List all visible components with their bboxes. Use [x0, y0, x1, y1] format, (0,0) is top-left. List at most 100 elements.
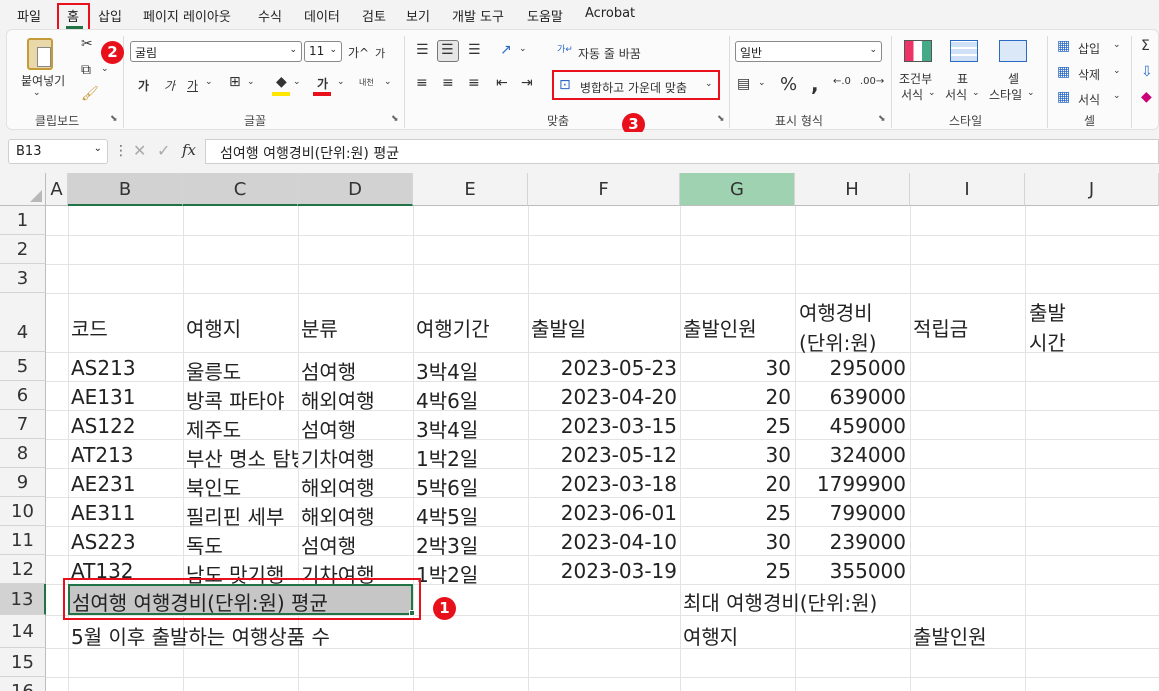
font-name-dropdown[interactable]: 굴림 ⌄ [130, 41, 302, 62]
menu-acrobat[interactable]: Acrobat [585, 6, 635, 21]
cell-h7[interactable]: 459000 [798, 414, 906, 438]
menu-help[interactable]: 도움말 [527, 6, 563, 25]
more-options-icon[interactable]: ⋮ [114, 143, 128, 159]
cell-c6[interactable]: 방콕 파타야 [186, 385, 298, 414]
chevron-down-icon[interactable]: ⌄ [293, 77, 301, 87]
percent-style-button[interactable]: % [780, 74, 797, 95]
cell-d8[interactable]: 기차여행 [301, 443, 413, 472]
bold-button[interactable]: 가 [138, 77, 149, 94]
chevron-down-icon[interactable]: ⌄ [1113, 66, 1121, 76]
decrease-indent-icon[interactable]: ⇤ [496, 75, 508, 91]
cell-d10[interactable]: 해외여행 [301, 501, 413, 530]
conditional-format-label-1[interactable]: 조건부 [899, 70, 932, 87]
format-table-label-1[interactable]: 표 [957, 70, 968, 87]
column-header-j[interactable]: J [1025, 173, 1159, 206]
cell-h9[interactable]: 1799900 [798, 472, 906, 496]
cell-h10[interactable]: 799000 [798, 501, 906, 525]
cell-e10[interactable]: 4박5일 [416, 501, 478, 530]
fill-color-icon[interactable]: ◆ [276, 74, 287, 90]
cell-g9[interactable]: 20 [683, 472, 791, 496]
cell-g7[interactable]: 25 [683, 414, 791, 438]
cell-e5[interactable]: 3박4일 [416, 356, 478, 385]
row-header-14[interactable]: 14 [0, 615, 46, 648]
chevron-down-icon[interactable]: ⌄ [247, 77, 255, 87]
align-top-icon[interactable]: ☰ [416, 42, 429, 58]
row-header-15[interactable]: 15 [0, 648, 46, 677]
copy-icon[interactable]: ⧉ [81, 62, 91, 78]
cell-d5[interactable]: 섬여행 [301, 356, 413, 385]
comma-style-button[interactable]: , [811, 72, 819, 96]
autosum-icon[interactable]: Σ [1141, 38, 1150, 54]
menu-formulas[interactable]: 수식 [258, 6, 282, 25]
conditional-format-icon[interactable] [904, 40, 932, 62]
wrap-text-button[interactable]: 자동 줄 바꿈 [578, 45, 641, 62]
chevron-down-icon[interactable]: ⌄ [1113, 91, 1121, 101]
formula-input[interactable]: 섬여행 여행경비(단위:원) 평균 [205, 139, 1159, 164]
column-header-a[interactable]: A [46, 173, 68, 206]
menu-developer[interactable]: 개발 도구 [452, 6, 504, 25]
font-color-button[interactable]: 가 [317, 75, 328, 92]
format-table-label-2[interactable]: 서식 [945, 86, 967, 103]
column-header-i[interactable]: I [910, 173, 1025, 206]
format-painter-icon[interactable]: 🖌 [81, 86, 99, 102]
column-header-f[interactable]: F [528, 173, 680, 206]
cell-h5[interactable]: 295000 [798, 356, 906, 380]
cell-h11[interactable]: 239000 [798, 530, 906, 554]
cell-f8[interactable]: 2023-05-12 [531, 443, 677, 467]
cell-e7[interactable]: 3박4일 [416, 414, 478, 443]
menu-insert[interactable]: 삽입 [98, 6, 122, 25]
chevron-down-icon[interactable]: ⌄ [972, 88, 980, 98]
format-table-icon[interactable] [950, 40, 978, 62]
decrease-decimal-icon[interactable]: .00→ [860, 76, 884, 87]
cell-b5[interactable]: AS213 [71, 356, 136, 380]
cell-c8[interactable]: 부산 명소 탐방 [186, 443, 298, 472]
cell-f11[interactable]: 2023-04-10 [531, 530, 677, 554]
menu-page-layout[interactable]: 페이지 레이아웃 [143, 6, 231, 25]
paste-dropdown-icon[interactable]: ⌄ [33, 88, 41, 98]
shrink-font-button[interactable]: 가 [375, 45, 385, 61]
cell-d9[interactable]: 해외여행 [301, 472, 413, 501]
phonetic-button[interactable]: 내천 [359, 77, 374, 88]
align-left-icon[interactable]: ≡ [416, 75, 428, 91]
cell-c9[interactable]: 북인도 [186, 472, 298, 501]
cell-c11[interactable]: 독도 [186, 530, 298, 559]
cell-d7[interactable]: 섬여행 [301, 414, 413, 443]
increase-indent-icon[interactable]: ⇥ [521, 75, 533, 91]
align-bottom-icon[interactable]: ☰ [468, 42, 481, 58]
cell-e9[interactable]: 5박6일 [416, 472, 478, 501]
row-header-2[interactable]: 2 [0, 235, 46, 264]
font-size-dropdown[interactable]: 11 ⌄ [304, 41, 342, 62]
cell-g12[interactable]: 25 [683, 559, 791, 583]
format-cells-button[interactable]: 서식 [1078, 91, 1100, 108]
increase-decimal-icon[interactable]: ←.0 [833, 76, 851, 87]
accounting-format-icon[interactable]: ▤ [737, 76, 750, 92]
row-header-11[interactable]: 11 [0, 526, 46, 555]
chevron-down-icon[interactable]: ⌄ [1113, 40, 1121, 50]
cell-g14[interactable]: 여행지 [683, 621, 738, 650]
cell-b11[interactable]: AS223 [71, 530, 136, 554]
paste-button[interactable]: 붙여넣기 [21, 72, 65, 89]
cell-f12[interactable]: 2023-03-19 [531, 559, 677, 583]
cell-h6[interactable]: 639000 [798, 385, 906, 409]
row-header-16[interactable]: 16 [0, 677, 46, 691]
cell-e12[interactable]: 1박2일 [416, 559, 478, 588]
align-center-icon[interactable]: ≡ [442, 75, 454, 91]
alignment-launcher-icon[interactable]: ⬊ [717, 114, 725, 124]
chevron-down-icon[interactable]: ⌄ [519, 44, 527, 54]
cell-d6[interactable]: 해외여행 [301, 385, 413, 414]
grow-font-button[interactable]: 가^ [348, 44, 369, 61]
cell-d11[interactable]: 섬여행 [301, 530, 413, 559]
cancel-icon[interactable]: ✕ [133, 141, 146, 160]
row-header-13[interactable]: 13 [0, 584, 46, 615]
cell-c5[interactable]: 울릉도 [186, 356, 298, 385]
underline-button[interactable]: 가 [187, 77, 198, 94]
cell-b7[interactable]: AS122 [71, 414, 136, 438]
name-box[interactable]: B13 ⌄ [8, 139, 108, 164]
cell-i14[interactable]: 출발인원 [913, 621, 987, 650]
chevron-down-icon[interactable]: ⌄ [384, 77, 392, 87]
clear-icon[interactable]: ◆ [1141, 89, 1152, 105]
cell-f10[interactable]: 2023-06-01 [531, 501, 677, 525]
font-launcher-icon[interactable]: ⬊ [391, 114, 399, 124]
column-header-g[interactable]: G [680, 173, 795, 206]
number-launcher-icon[interactable]: ⬊ [878, 114, 886, 124]
